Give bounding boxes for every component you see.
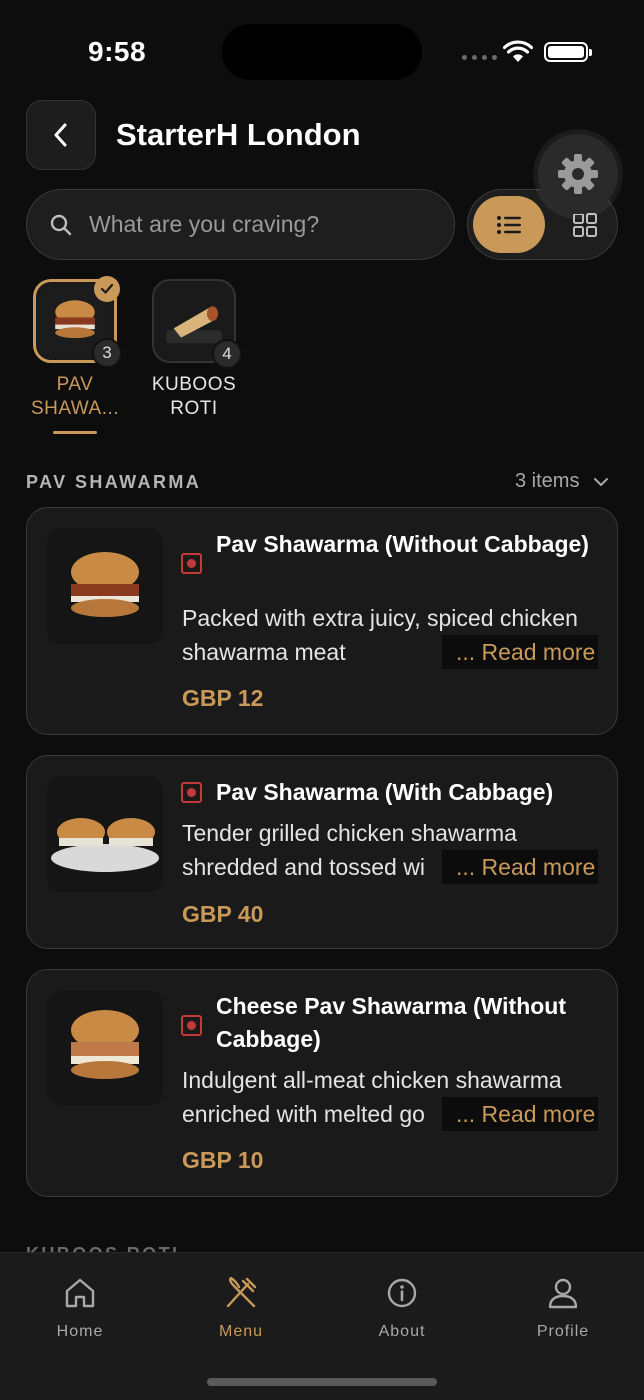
status-time: 9:58 — [88, 36, 147, 67]
nav-profile[interactable]: Profile — [503, 1273, 623, 1341]
page-title: StarterH London — [116, 117, 361, 152]
dietary-indicator-icon — [181, 782, 202, 803]
section-collapse-toggle[interactable]: 3 items — [515, 470, 609, 493]
item-price: GBP 12 — [182, 685, 264, 711]
category-count-badge: 3 — [92, 338, 122, 368]
item-image — [47, 528, 163, 644]
item-name: Cheese Pav Shawarma (Without Cabbage) — [216, 993, 566, 1052]
item-image — [47, 776, 163, 892]
category-thumbnail: 4 — [152, 279, 242, 369]
category-label: PAV SHAWA... — [30, 374, 120, 419]
chevron-left-icon — [54, 123, 67, 147]
home-indicator — [207, 1378, 437, 1386]
search-bar[interactable] — [26, 189, 455, 260]
item-price: GBP 40 — [182, 901, 264, 927]
nav-home[interactable]: Home — [20, 1273, 140, 1341]
dynamic-island — [222, 24, 422, 80]
item-name: Pav Shawarma (With Cabbage) — [216, 779, 554, 805]
back-button[interactable] — [26, 100, 96, 170]
nav-menu[interactable]: Menu — [181, 1273, 301, 1341]
nav-label: Menu — [218, 1323, 264, 1340]
nav-label: Home — [56, 1323, 104, 1340]
read-more-link[interactable]: ... Read more — [442, 850, 598, 884]
grid-icon — [572, 212, 597, 237]
item-name: Pav Shawarma (Without Cabbage) — [216, 531, 589, 557]
menu-item-card[interactable]: Cheese Pav Shawarma (Without Cabbage) In… — [26, 969, 618, 1197]
menu-item-card[interactable]: Pav Shawarma (Without Cabbage) Packed wi… — [26, 507, 618, 735]
list-view-button[interactable] — [473, 196, 545, 253]
home-icon — [65, 1278, 95, 1308]
active-category-indicator — [53, 431, 97, 434]
nav-about[interactable]: About — [342, 1273, 462, 1341]
nav-label: Profile — [536, 1323, 590, 1340]
menu-item-card[interactable]: Pav Shawarma (With Cabbage) Tender grill… — [26, 755, 618, 949]
section-title: PAV SHAWARMA — [26, 472, 202, 492]
cellular-signal-icon — [462, 55, 497, 60]
category-label: KUBOOS ROTI — [151, 374, 237, 419]
fork-knife-icon — [226, 1276, 257, 1308]
search-icon — [50, 214, 72, 235]
item-price: GBP 10 — [182, 1147, 264, 1173]
list-icon — [497, 215, 521, 234]
category-count-badge: 4 — [212, 339, 242, 369]
nav-label: About — [378, 1323, 426, 1340]
section-item-count: 3 items — [515, 470, 580, 492]
app-screen: 9:58 StarterH London What are you cravin… — [0, 0, 644, 1400]
info-icon — [387, 1278, 417, 1308]
check-icon — [94, 276, 120, 302]
read-more-link[interactable]: ... Read more — [442, 635, 598, 669]
read-more-link[interactable]: ... Read more — [442, 1097, 598, 1131]
search-input[interactable] — [89, 211, 419, 238]
dietary-indicator-icon — [181, 553, 202, 574]
dietary-indicator-icon — [181, 1015, 202, 1036]
battery-icon — [544, 42, 592, 62]
category-thumbnail: 3 — [33, 276, 122, 368]
chevron-down-icon — [594, 477, 609, 486]
user-icon — [548, 1278, 578, 1309]
wifi-icon — [503, 40, 533, 62]
settings-button[interactable] — [538, 134, 618, 214]
item-image — [47, 990, 163, 1106]
gear-icon — [558, 154, 598, 194]
category-kuboos-roti[interactable]: 4 KUBOOS ROTI — [149, 279, 242, 421]
category-pav-shawarma[interactable]: 3 PAV SHAWA... — [30, 276, 122, 434]
